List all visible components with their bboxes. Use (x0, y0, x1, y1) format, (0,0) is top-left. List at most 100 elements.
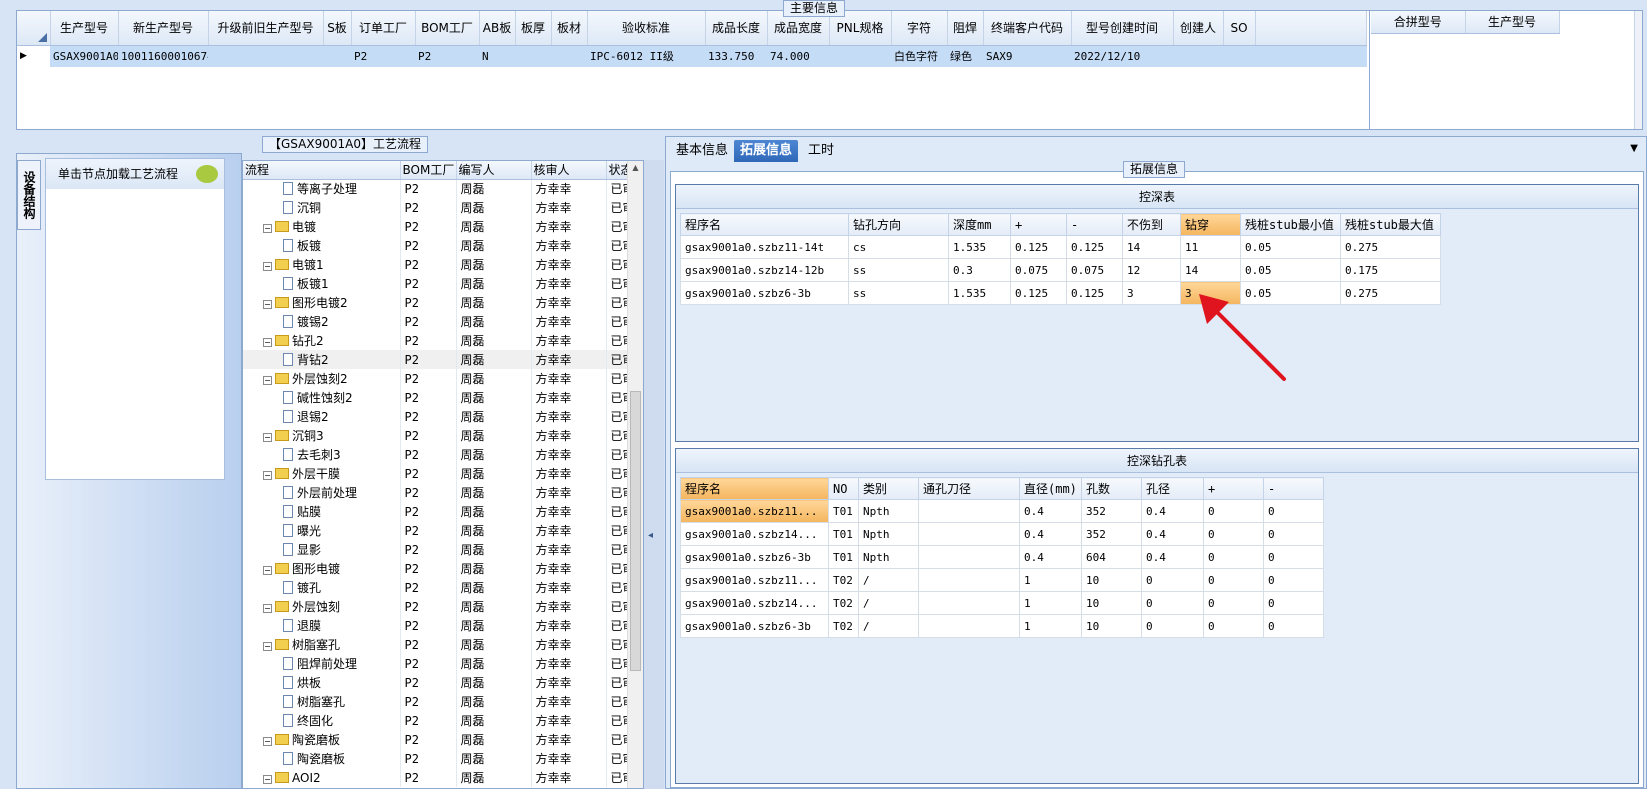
main-col-header[interactable]: 板厚 (515, 11, 552, 46)
depth-cell[interactable]: 0.075 (1010, 258, 1067, 282)
hole-cell[interactable] (918, 499, 1020, 523)
hole-cell[interactable] (918, 614, 1020, 638)
collapse-icon[interactable]: − (263, 433, 272, 442)
tree-row[interactable]: 板镀1P2周磊方幸幸已审核 (243, 274, 643, 293)
splitter-arrow-icon[interactable]: ◂ (648, 530, 653, 541)
main-col-header[interactable]: 创建人 (1173, 11, 1224, 46)
main-cell[interactable]: 绿色 (947, 45, 983, 67)
depth-cell[interactable]: cs (848, 235, 949, 259)
tree-node-cell[interactable]: − 图形电镀 (243, 559, 401, 578)
hole-cell[interactable] (918, 545, 1020, 569)
tree-col-header[interactable]: 编写人 (456, 161, 532, 180)
hole-col-header[interactable]: NO (828, 477, 859, 500)
scroll-up-icon[interactable]: ▲ (628, 161, 643, 175)
depth-cell[interactable]: gsax9001a0.szbz6-3b (680, 281, 849, 305)
tree-row[interactable]: 碱性蚀刻2P2周磊方幸幸已审核 (243, 388, 643, 407)
depth-cell[interactable]: 0.125 (1010, 281, 1067, 305)
hole-cell[interactable]: 0 (1203, 499, 1264, 523)
hole-col-header[interactable]: 程序名 (680, 477, 829, 500)
main-cell[interactable] (1223, 45, 1255, 67)
depth-cell[interactable]: 0.125 (1066, 235, 1123, 259)
tree-node-cell[interactable]: 碱性蚀刻2 (243, 388, 401, 407)
main-col-header[interactable]: SO (1223, 11, 1256, 46)
tree-node-cell[interactable]: − 外层蚀刻2 (243, 369, 401, 388)
hole-cell[interactable]: 0.4 (1141, 499, 1204, 523)
hole-cell[interactable]: 0.4 (1141, 522, 1204, 546)
depth-cell[interactable]: 1.535 (948, 281, 1011, 305)
main-col-header[interactable]: BOM工厂 (415, 11, 480, 46)
hole-cell[interactable]: T01 (828, 545, 859, 569)
tree-row[interactable]: −陶瓷磨板P2周磊方幸幸已审核 (243, 730, 643, 749)
tree-node-cell[interactable]: 镀孔 (243, 578, 401, 597)
depth-col-header[interactable]: 深度mm (948, 213, 1011, 236)
tree-node-cell[interactable]: 陶瓷磨板 (243, 749, 401, 768)
main-cell[interactable]: 2022/12/10 (1071, 45, 1173, 67)
tree-node-cell[interactable]: 沉铜 (243, 198, 401, 217)
main-cell[interactable]: P2 (415, 45, 479, 67)
tree-row[interactable]: −沉铜3P2周磊方幸幸已审核 (243, 426, 643, 445)
tree-row[interactable]: 烘板P2周磊方幸幸已审核 (243, 673, 643, 692)
tree-row[interactable]: 树脂塞孔P2周磊方幸幸已审核 (243, 692, 643, 711)
tree-row[interactable]: 阻焊前处理P2周磊方幸幸已审核 (243, 654, 643, 673)
hole-cell[interactable]: 10 (1081, 591, 1142, 615)
hole-cell[interactable]: 0.4 (1019, 499, 1082, 523)
depth-col-header[interactable]: 残桩stub最大值 (1340, 213, 1441, 236)
hole-cell[interactable]: gsax9001a0.szbz11... (680, 499, 829, 523)
tree-row[interactable]: 镀孔P2周磊方幸幸已审核 (243, 578, 643, 597)
tree-node-cell[interactable]: 等离子处理 (243, 179, 401, 198)
depth-col-header[interactable]: 程序名 (680, 213, 849, 236)
tab-0[interactable]: 基本信息 (670, 140, 734, 162)
tree-row[interactable]: 等离子处理P2周磊方幸幸已审核 (243, 179, 643, 198)
tree-node-cell[interactable]: − 陶瓷磨板 (243, 730, 401, 749)
main-cell[interactable] (829, 45, 891, 67)
hole-cell[interactable]: gsax9001a0.szbz14... (680, 522, 829, 546)
hole-cell[interactable]: gsax9001a0.szbz11... (680, 568, 829, 592)
tree-row[interactable]: 背钻2P2周磊方幸幸已审核 (243, 350, 643, 369)
tree-row[interactable]: 沉铜P2周磊方幸幸已审核 (243, 198, 643, 217)
hole-cell[interactable]: 0.4 (1019, 522, 1082, 546)
depth-cell[interactable]: 0.275 (1340, 281, 1441, 305)
hole-cell[interactable]: 0 (1263, 568, 1324, 592)
depth-col-header[interactable]: 钻穿 (1180, 213, 1241, 236)
main-col-header[interactable]: 字符 (891, 11, 948, 46)
collapse-icon[interactable]: − (263, 642, 272, 651)
tree-row[interactable]: −图形电镀2P2周磊方幸幸已审核 (243, 293, 643, 312)
table-row[interactable]: gsax9001a0.szbz6-3b ss 1.535 0.125 0.125 3 3 0.… (680, 281, 1441, 305)
depth-col-header[interactable]: + (1010, 213, 1067, 236)
collapse-icon[interactable]: − (263, 471, 272, 480)
main-cell[interactable] (208, 45, 323, 67)
hole-cell[interactable]: gsax9001a0.szbz6-3b (680, 545, 829, 569)
hole-col-header[interactable]: 孔数 (1081, 477, 1142, 500)
hole-cell[interactable]: T02 (828, 568, 859, 592)
depth-cell[interactable]: 14 (1122, 235, 1181, 259)
hole-cell[interactable]: 10 (1081, 614, 1142, 638)
tree-node-cell[interactable]: − 图形电镀2 (243, 293, 401, 312)
depth-cell[interactable]: 0.05 (1240, 235, 1341, 259)
hole-cell[interactable]: 0 (1263, 499, 1324, 523)
hole-cell[interactable]: 0 (1263, 591, 1324, 615)
hole-cell[interactable]: Npth (858, 545, 919, 569)
main-col-header[interactable]: 验收标准 (587, 11, 706, 46)
depth-cell[interactable]: 0.125 (1010, 235, 1067, 259)
depth-cell[interactable]: ss (848, 258, 949, 282)
tree-node-cell[interactable]: 去毛刺3 (243, 445, 401, 464)
sidebar-splitter[interactable] (235, 484, 241, 784)
main-cell[interactable] (323, 45, 351, 67)
depth-cell[interactable]: 1.535 (948, 235, 1011, 259)
main-cell[interactable]: 74.000 (767, 45, 829, 67)
tree-node-cell[interactable]: 板镀1 (243, 274, 401, 293)
equipment-structure-tab[interactable]: 设备结构 (17, 160, 41, 230)
main-cell[interactable]: IPC-6012 II级 (587, 45, 705, 67)
tree-node-cell[interactable]: − 钻孔2 (243, 331, 401, 350)
tree-col-header[interactable]: 流程 (243, 161, 401, 180)
tree-row[interactable]: −外层蚀刻2P2周磊方幸幸已审核 (243, 369, 643, 388)
depth-cell[interactable]: 12 (1122, 258, 1181, 282)
hole-cell[interactable]: T02 (828, 591, 859, 615)
tree-row[interactable]: 去毛刺3P2周磊方幸幸已审核 (243, 445, 643, 464)
top-scrollbar[interactable] (1634, 11, 1642, 129)
hole-cell[interactable]: 0 (1203, 545, 1264, 569)
tree-node-cell[interactable]: 背钻2 (243, 350, 401, 369)
table-row[interactable]: gsax9001a0.szbz6-3b T02/1 10 0 0 0 (680, 614, 1324, 638)
hole-col-header[interactable]: 通孔刀径 (918, 477, 1020, 500)
tree-scrollbar[interactable]: ▲ (627, 161, 643, 788)
